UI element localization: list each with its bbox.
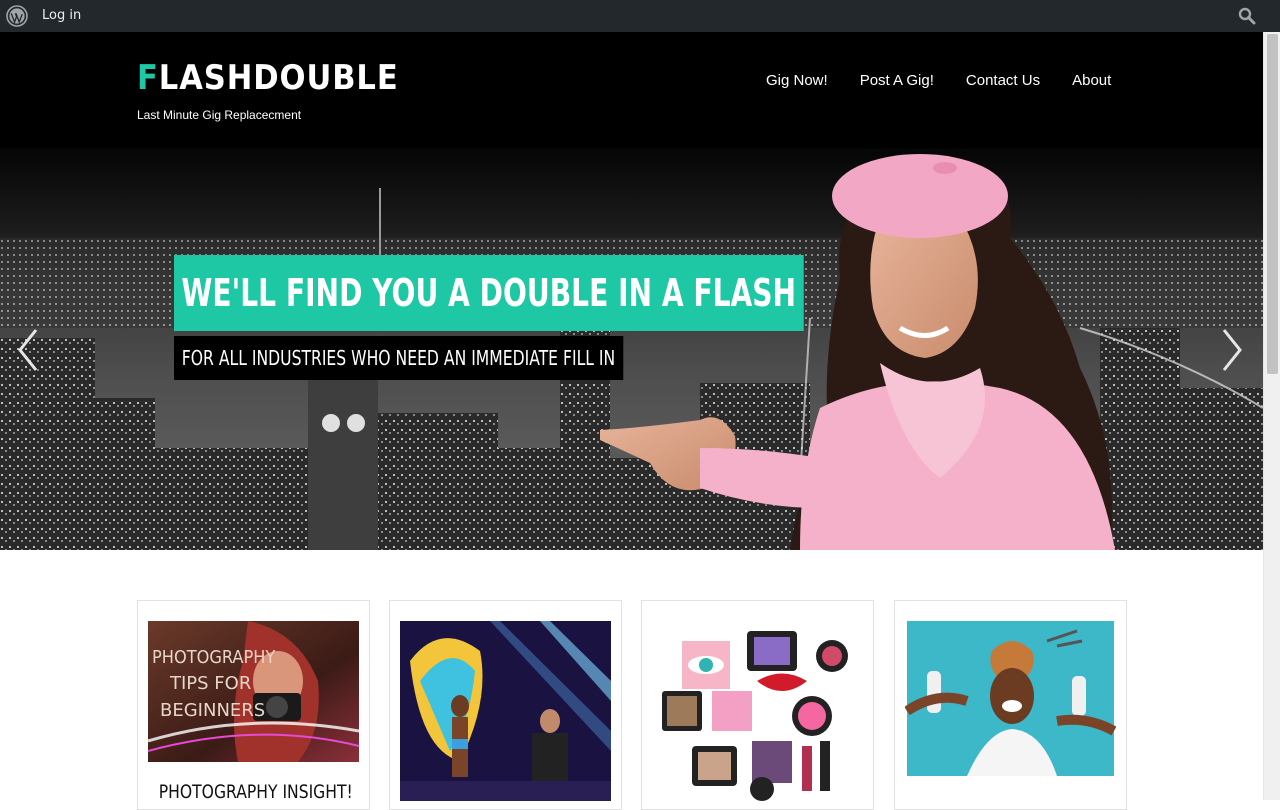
site-title-rest: LASHDOUBLE — [158, 58, 399, 98]
site-tagline: Last Minute Gig Replacecment — [137, 108, 302, 122]
nav-about[interactable]: About — [1072, 72, 1111, 89]
search-icon[interactable] — [1238, 7, 1256, 25]
hero-subheadline: FOR ALL INDUSTRIES WHO NEED AN IMMEDIATE… — [174, 336, 623, 380]
card-photography[interactable]: PHOTOGRAPHY TIPS FOR BEGINNERS PHOTOGRAP… — [137, 600, 370, 810]
makeup-image[interactable] — [652, 621, 863, 801]
site-title-first-letter: F — [137, 58, 159, 98]
chevron-left-icon[interactable] — [14, 326, 42, 374]
photography-image-text: TIPS FOR — [169, 673, 251, 694]
card-performance[interactable] — [389, 600, 622, 810]
hero-headline: WE'LL FIND YOU A DOUBLE IN A FLASH — [174, 255, 804, 331]
photography-image-text: BEGINNERS — [160, 700, 265, 721]
feature-cards: PHOTOGRAPHY TIPS FOR BEGINNERS PHOTOGRAP… — [137, 600, 1127, 810]
wordpress-icon[interactable] — [6, 5, 28, 27]
scrollbar-thumb[interactable] — [1267, 34, 1278, 374]
login-link[interactable]: Log in — [42, 8, 81, 23]
site-title[interactable]: FLASHDOUBLE — [137, 58, 399, 98]
hero-slider: WE'LL FIND YOU A DOUBLE IN A FLASH FOR A… — [0, 148, 1263, 550]
admin-bar: Log in — [0, 0, 1280, 32]
site-header: FLASHDOUBLE Last Minute Gig Replacecment… — [0, 32, 1263, 148]
page-scrollbar[interactable] — [1263, 32, 1280, 800]
nav-gig-now[interactable]: Gig Now! — [766, 72, 828, 89]
main-nav: Gig Now! Post A Gig! Contact Us About — [750, 72, 1127, 89]
nav-contact-us[interactable]: Contact Us — [966, 72, 1040, 89]
photography-image-text: PHOTOGRAPHY — [152, 647, 275, 668]
card-hair[interactable] — [894, 600, 1127, 810]
hair-stylist-image[interactable] — [905, 621, 1116, 776]
nav-post-a-gig[interactable]: Post A Gig! — [860, 72, 934, 89]
card-makeup[interactable] — [641, 600, 874, 810]
photography-tips-image[interactable]: PHOTOGRAPHY TIPS FOR BEGINNERS — [148, 621, 359, 762]
chevron-right-icon[interactable] — [1218, 326, 1246, 374]
performer-image[interactable] — [400, 621, 611, 801]
